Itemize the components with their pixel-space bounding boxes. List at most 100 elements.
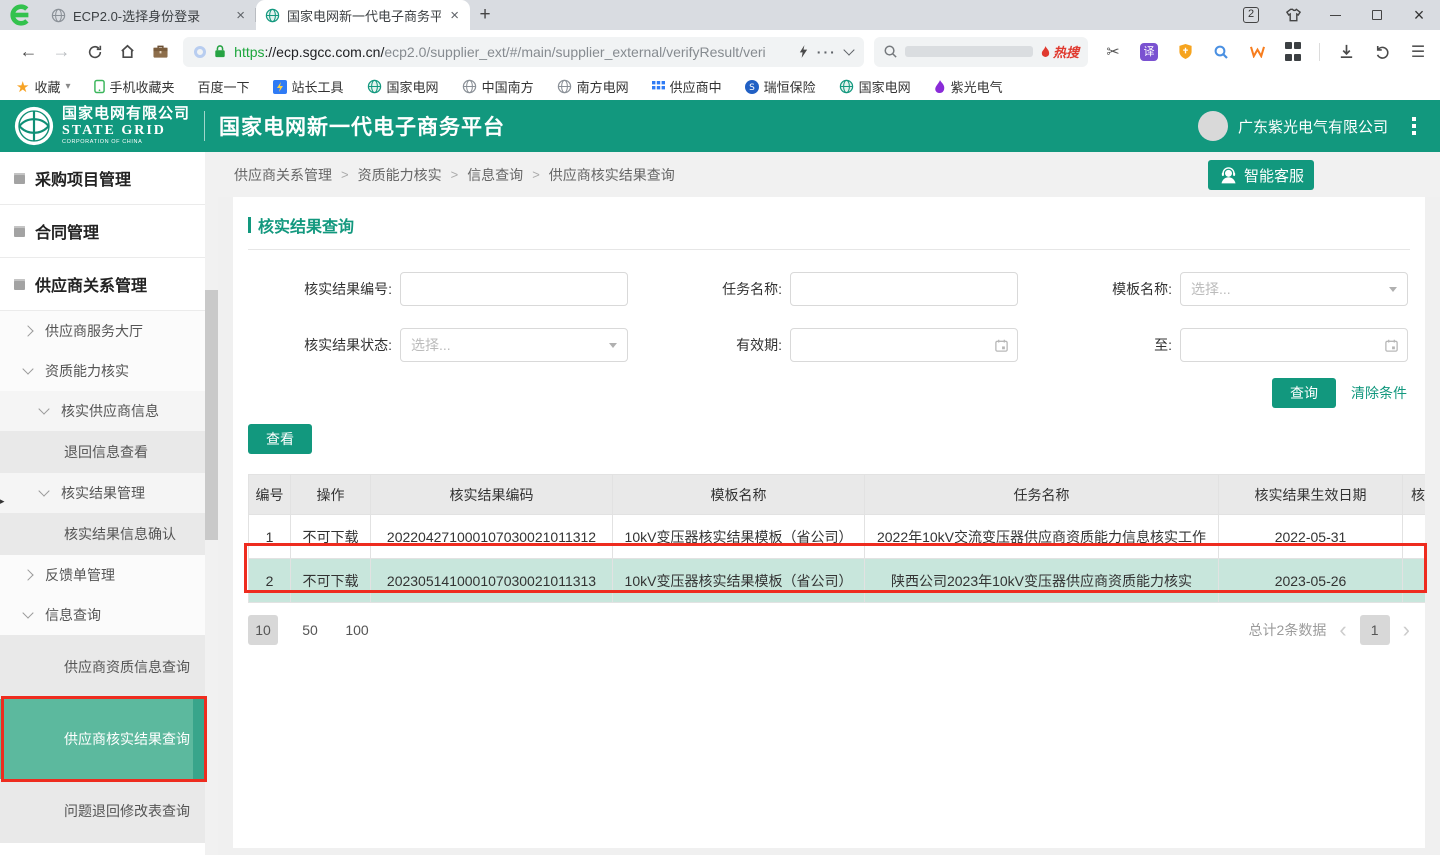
forward-icon[interactable]: → <box>45 41 78 62</box>
briefcase-icon[interactable] <box>144 44 177 59</box>
breadcrumb-item[interactable]: 供应商核实结果查询 <box>549 165 675 185</box>
date-input[interactable] <box>790 328 1018 362</box>
smart-service-button[interactable]: 智能客服 <box>1208 160 1314 190</box>
page-size-option[interactable]: 100 <box>342 615 372 645</box>
text-input[interactable] <box>400 272 628 306</box>
url-bar[interactable]: https://ecp.sgcc.com.cn/ecp2.0/supplier_… <box>183 37 864 67</box>
sidebar-item[interactable]: 核实结果信息确认 <box>0 513 205 555</box>
tab-close-icon[interactable]: × <box>234 7 247 24</box>
apps-grid-icon[interactable] <box>1283 42 1303 62</box>
bookmark-item[interactable]: 供应商中 <box>652 77 722 96</box>
sidebar-item[interactable]: 资质能力核实 <box>0 351 205 391</box>
sidebar-item[interactable]: 合同管理 <box>0 205 205 258</box>
sidebar-item-label: 供应商服务大厅 <box>45 321 143 341</box>
next-page-icon[interactable]: › <box>1403 615 1410 645</box>
lightning-icon[interactable] <box>798 44 809 59</box>
sidebar-collapse-handle[interactable]: ▸ <box>0 496 5 507</box>
page-size-option[interactable]: 50 <box>295 615 325 645</box>
undo-icon[interactable] <box>1372 42 1392 62</box>
table-header-cell: 操作 <box>291 475 371 515</box>
close-button[interactable]: × <box>1398 0 1440 30</box>
sidebar-item[interactable]: 供应商资质信息查询 <box>0 635 205 699</box>
download-icon[interactable] <box>1336 42 1356 62</box>
bookmark-item[interactable]: 国家电网 <box>367 77 439 96</box>
sidebar-item[interactable]: 采购项目管理 <box>0 152 205 205</box>
sidebar-item[interactable]: 供应商核实结果查询 <box>0 699 205 779</box>
sidebar-item[interactable]: 核实结果管理 <box>0 473 205 513</box>
form-row: 核实结果编号:任务名称:模板名称:选择... <box>233 272 1425 306</box>
screenshot-scissors-icon[interactable]: ✂ <box>1103 42 1123 62</box>
prev-page-icon[interactable]: ‹ <box>1339 615 1346 645</box>
sidebar-item[interactable]: 供应商服务大厅 <box>0 311 205 351</box>
avatar[interactable] <box>1198 111 1228 141</box>
date-input[interactable] <box>1180 328 1408 362</box>
login-keeper-icon[interactable] <box>1211 42 1231 62</box>
bookmark-item[interactable]: ★收藏▾ <box>16 77 71 96</box>
tab-close-icon[interactable]: × <box>448 7 461 24</box>
new-tab-button[interactable]: + <box>470 0 500 30</box>
url-dropdown-icon[interactable] <box>843 44 854 55</box>
table-row[interactable]: 1不可下载20220427100010703002101131210kV变压器核… <box>249 515 1426 559</box>
back-icon[interactable]: ← <box>12 41 45 62</box>
table-cell: 2022年10kV交流变压器供应商资质能力信息核实工作 <box>865 515 1219 559</box>
kebab-menu-icon[interactable] <box>1412 117 1416 135</box>
bookmark-label: 国家电网 <box>387 77 439 96</box>
minimize-button[interactable] <box>1314 0 1356 30</box>
shield-icon[interactable] <box>1175 42 1195 62</box>
select-input[interactable]: 选择... <box>400 328 628 362</box>
sidebar-item[interactable]: 问题退回修改表查询 <box>0 779 205 843</box>
skin-icon[interactable] <box>1272 0 1314 30</box>
view-button[interactable]: 查看 <box>248 424 312 454</box>
browser-tab[interactable]: ECP2.0-选择身份登录× <box>42 0 256 30</box>
translate-icon[interactable]: 译 <box>1139 42 1159 62</box>
more-dots-icon[interactable]: ··· <box>817 44 837 60</box>
bookmark-item[interactable]: 手机收藏夹 <box>94 77 175 96</box>
sidebar-item-label: 合同管理 <box>35 219 99 243</box>
breadcrumb: 供应商关系管理>资质能力核实>信息查询>供应商核实结果查询 <box>234 165 675 185</box>
breadcrumb-item[interactable]: 信息查询 <box>467 165 523 185</box>
sidebar-item[interactable]: 反馈单管理 <box>0 555 205 595</box>
bookmark-item[interactable]: 站长工具 <box>273 77 344 96</box>
bookmark-item[interactable]: 紫光电气 <box>934 77 1003 96</box>
sidebar-item-label: 问题退回修改表查询 <box>64 798 196 824</box>
breadcrumb-item[interactable]: 资质能力核实 <box>358 165 442 185</box>
menu-icon[interactable]: ☰ <box>1408 42 1428 62</box>
sidebar-item[interactable]: 供应商关系管理 <box>0 258 205 311</box>
breadcrumb-item[interactable]: 供应商关系管理 <box>234 165 332 185</box>
sidebar-scrollbar-track[interactable] <box>205 152 218 855</box>
home-icon[interactable] <box>111 43 144 60</box>
browser-tab[interactable]: 国家电网新一代电子商务平台× <box>256 0 470 30</box>
bookmark-item[interactable]: 南方电网 <box>557 77 629 96</box>
title-accent-bar <box>248 217 251 233</box>
tab-count-badge[interactable]: 2 <box>1230 0 1272 30</box>
browser-logo-icon[interactable] <box>0 0 42 30</box>
sidebar-item[interactable]: 退回信息查看 <box>0 431 205 473</box>
sidebar-scrollbar-thumb[interactable] <box>205 290 218 540</box>
page-size-option[interactable]: 10 <box>248 615 278 645</box>
query-button[interactable]: 查询 <box>1272 378 1336 408</box>
chevron-down-icon <box>609 343 617 348</box>
bookmark-item[interactable]: S瑞恒保险 <box>745 77 816 96</box>
company-name[interactable]: 广东紫光电气有限公司 <box>1238 116 1388 137</box>
sidebar-item[interactable]: 信息查询 <box>0 595 205 635</box>
search-box[interactable]: 热搜 <box>874 37 1088 67</box>
clear-filters-link[interactable]: 清除条件 <box>1351 383 1407 403</box>
table-cell: 2023-05-26 <box>1219 559 1403 603</box>
select-input[interactable]: 选择... <box>1180 272 1408 306</box>
reload-icon[interactable] <box>78 44 111 60</box>
hot-search-button[interactable]: 热搜 <box>1040 42 1079 61</box>
site-permission-icon[interactable] <box>194 46 206 58</box>
restore-button[interactable] <box>1356 0 1398 30</box>
wallet-w-icon[interactable] <box>1247 42 1267 62</box>
bookmark-item[interactable]: 国家电网 <box>839 77 911 96</box>
form-field: 核实结果状态:选择... <box>248 328 638 362</box>
url-text[interactable]: https://ecp.sgcc.com.cn/ecp2.0/supplier_… <box>234 44 790 60</box>
bookmark-item[interactable]: 中国南方 <box>462 77 534 96</box>
bookmark-item[interactable]: 百度一下 <box>198 77 250 96</box>
caret-down-icon[interactable]: ▾ <box>65 81 70 92</box>
sidebar-item[interactable]: 核实供应商信息 <box>0 391 205 431</box>
text-input[interactable] <box>790 272 1018 306</box>
current-page-button[interactable]: 1 <box>1360 615 1390 645</box>
sidebar-item-label: 核实供应商信息 <box>61 401 159 421</box>
table-row[interactable]: 2不可下载20230514100010703002101131310kV变压器核… <box>249 559 1426 603</box>
